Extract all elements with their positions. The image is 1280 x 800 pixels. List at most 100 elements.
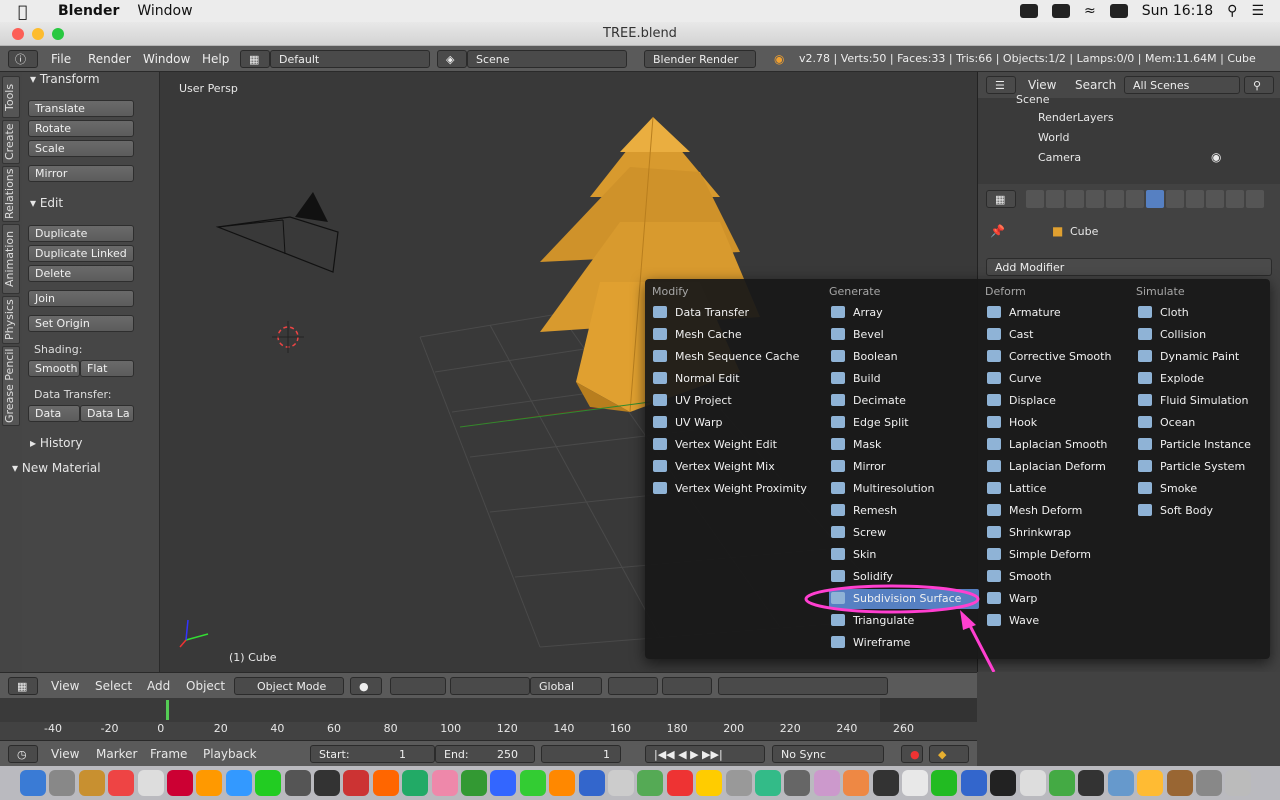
- outliner-item-world[interactable]: World: [1038, 131, 1070, 144]
- vh-view-menu[interactable]: View: [51, 677, 79, 695]
- tab-grease-pencil[interactable]: Grease Pencil: [2, 346, 20, 426]
- clock[interactable]: Sun 16:18: [1142, 3, 1213, 19]
- modifier-item-vertex-weight-proximity[interactable]: Vertex Weight Proximity: [651, 479, 817, 499]
- flat-button[interactable]: Flat: [80, 360, 134, 377]
- scene-select[interactable]: Scene: [467, 50, 627, 68]
- modifier-item-mesh-cache[interactable]: Mesh Cache: [651, 325, 817, 345]
- modifier-item-mirror[interactable]: Mirror: [829, 457, 979, 477]
- end-frame-field[interactable]: End: 250: [435, 745, 535, 763]
- modifier-item-solidify[interactable]: Solidify: [829, 567, 979, 587]
- playback-controls[interactable]: |◀◀ ◀ ▶ ▶▶|: [645, 745, 765, 763]
- modifier-item-simple-deform[interactable]: Simple Deform: [985, 545, 1135, 565]
- modifier-item-dynamic-paint[interactable]: Dynamic Paint: [1136, 347, 1280, 367]
- battery-icon[interactable]: [1109, 4, 1128, 18]
- vh-select-menu[interactable]: Select: [95, 677, 132, 695]
- app-menu[interactable]: Blender: [58, 3, 119, 19]
- modifier-item-smoke[interactable]: Smoke: [1136, 479, 1280, 499]
- camera-object[interactable]: [215, 192, 339, 273]
- mirror-button[interactable]: Mirror: [28, 165, 134, 182]
- tab-animation[interactable]: Animation: [2, 224, 20, 294]
- modifier-item-laplacian-smooth[interactable]: Laplacian Smooth: [985, 435, 1135, 455]
- modifier-item-shrinkwrap[interactable]: Shrinkwrap: [985, 523, 1135, 543]
- dock-app-icon[interactable]: [167, 770, 193, 796]
- dock-app-icon[interactable]: [402, 770, 429, 796]
- modifier-item-screw[interactable]: Screw: [829, 523, 979, 543]
- th-view-menu[interactable]: View: [51, 745, 79, 763]
- pin-icon[interactable]: 📌: [990, 224, 1005, 238]
- pivot-select[interactable]: [390, 677, 446, 695]
- dock-app-icon[interactable]: [519, 770, 546, 796]
- outliner-search-icon[interactable]: ⚲: [1244, 76, 1274, 94]
- layout-select[interactable]: Default: [270, 50, 430, 68]
- tab-tools[interactable]: Tools: [2, 76, 20, 118]
- dock-app-icon[interactable]: [608, 770, 634, 796]
- dock-app-icon[interactable]: [725, 770, 752, 796]
- apple-icon[interactable]: : [18, 2, 40, 21]
- modifier-item-remesh[interactable]: Remesh: [829, 501, 979, 521]
- modifier-item-curve[interactable]: Curve: [985, 369, 1135, 389]
- modifier-item-particle-instance[interactable]: Particle Instance: [1136, 435, 1280, 455]
- modifier-item-soft-body[interactable]: Soft Body: [1136, 501, 1280, 521]
- dock-app-icon[interactable]: [696, 770, 723, 796]
- dock-app-icon[interactable]: [813, 770, 840, 796]
- modifier-item-hook[interactable]: Hook: [985, 413, 1135, 433]
- keying-select[interactable]: ◆: [929, 745, 969, 763]
- dock-app-icon[interactable]: [902, 770, 928, 796]
- dock-app-icon[interactable]: [843, 770, 870, 796]
- rotate-button[interactable]: Rotate: [28, 120, 134, 137]
- dock-app-icon[interactable]: [1196, 770, 1222, 796]
- timeline[interactable]: -40 -20 0 20 40 60 80 100 120 140 160 180 200 220 240 2…: [0, 698, 977, 740]
- modifier-item-armature[interactable]: Armature: [985, 303, 1135, 323]
- engine-select[interactable]: Blender Render: [644, 50, 756, 68]
- tab-physics[interactable]: Physics: [2, 296, 20, 344]
- modifier-item-boolean[interactable]: Boolean: [829, 347, 979, 367]
- tab-create[interactable]: Create: [2, 120, 20, 164]
- modifier-item-array[interactable]: Array: [829, 303, 979, 323]
- menu-list-icon[interactable]: ☰: [1251, 3, 1264, 19]
- th-marker-menu[interactable]: Marker: [96, 745, 137, 763]
- physics-tab-icon[interactable]: [1246, 190, 1264, 208]
- dock-app-icon[interactable]: [20, 770, 46, 796]
- dock-app-icon[interactable]: [1078, 770, 1105, 796]
- spotlight-icon[interactable]: ⚲: [1227, 3, 1237, 19]
- editor-type-icon[interactable]: ⓘ: [8, 50, 38, 68]
- modifier-item-vertex-weight-mix[interactable]: Vertex Weight Mix: [651, 457, 817, 477]
- orientation-select[interactable]: Global: [530, 677, 602, 695]
- modifier-item-explode[interactable]: Explode: [1136, 369, 1280, 389]
- modifier-item-lattice[interactable]: Lattice: [985, 479, 1135, 499]
- modifier-item-cloth[interactable]: Cloth: [1136, 303, 1280, 323]
- viewport-editor-icon[interactable]: ▦: [8, 677, 38, 695]
- outliner-search-menu[interactable]: Search: [1075, 78, 1116, 92]
- start-frame-field[interactable]: Start: 1: [310, 745, 435, 763]
- layout-icon[interactable]: ▦: [240, 50, 270, 68]
- dock-app-icon[interactable]: [255, 770, 282, 796]
- dock-app-icon[interactable]: [1225, 770, 1252, 796]
- dock-app-icon[interactable]: [1019, 770, 1046, 796]
- wifi-icon[interactable]: ≈: [1084, 3, 1096, 19]
- modifier-item-uv-project[interactable]: UV Project: [651, 391, 817, 411]
- dock-app-icon[interactable]: [960, 770, 987, 796]
- window-menu-b[interactable]: Window: [143, 50, 190, 68]
- modifier-item-cast[interactable]: Cast: [985, 325, 1135, 345]
- modifier-item-fluid-simulation[interactable]: Fluid Simulation: [1136, 391, 1280, 411]
- sync-select[interactable]: No Sync: [772, 745, 884, 763]
- object-tab-icon[interactable]: [1106, 190, 1124, 208]
- texture-tab-icon[interactable]: [1206, 190, 1224, 208]
- eye-icon[interactable]: ◉: [1211, 150, 1221, 164]
- modifier-item-build[interactable]: Build: [829, 369, 979, 389]
- modifier-item-triangulate[interactable]: Triangulate: [829, 611, 979, 631]
- help-menu[interactable]: Help: [202, 50, 229, 68]
- scene-icon[interactable]: ◈: [437, 50, 467, 68]
- outliner-editor-icon[interactable]: ☰: [986, 76, 1016, 94]
- properties-editor-icon[interactable]: ▦: [986, 190, 1016, 208]
- new-material-header[interactable]: ▾ New Material: [12, 461, 101, 475]
- modifier-item-subdivision-surface[interactable]: Subdivision Surface: [829, 589, 979, 609]
- dock-app-icon[interactable]: [108, 770, 135, 796]
- dock-app-icon[interactable]: [284, 770, 311, 796]
- dock-app-icon[interactable]: [990, 770, 1017, 796]
- file-menu[interactable]: File: [51, 50, 71, 68]
- modifier-item-particle-system[interactable]: Particle System: [1136, 457, 1280, 477]
- dock-app-icon[interactable]: [49, 770, 76, 796]
- modifier-item-displace[interactable]: Displace: [985, 391, 1135, 411]
- shading-select[interactable]: ●: [350, 677, 382, 695]
